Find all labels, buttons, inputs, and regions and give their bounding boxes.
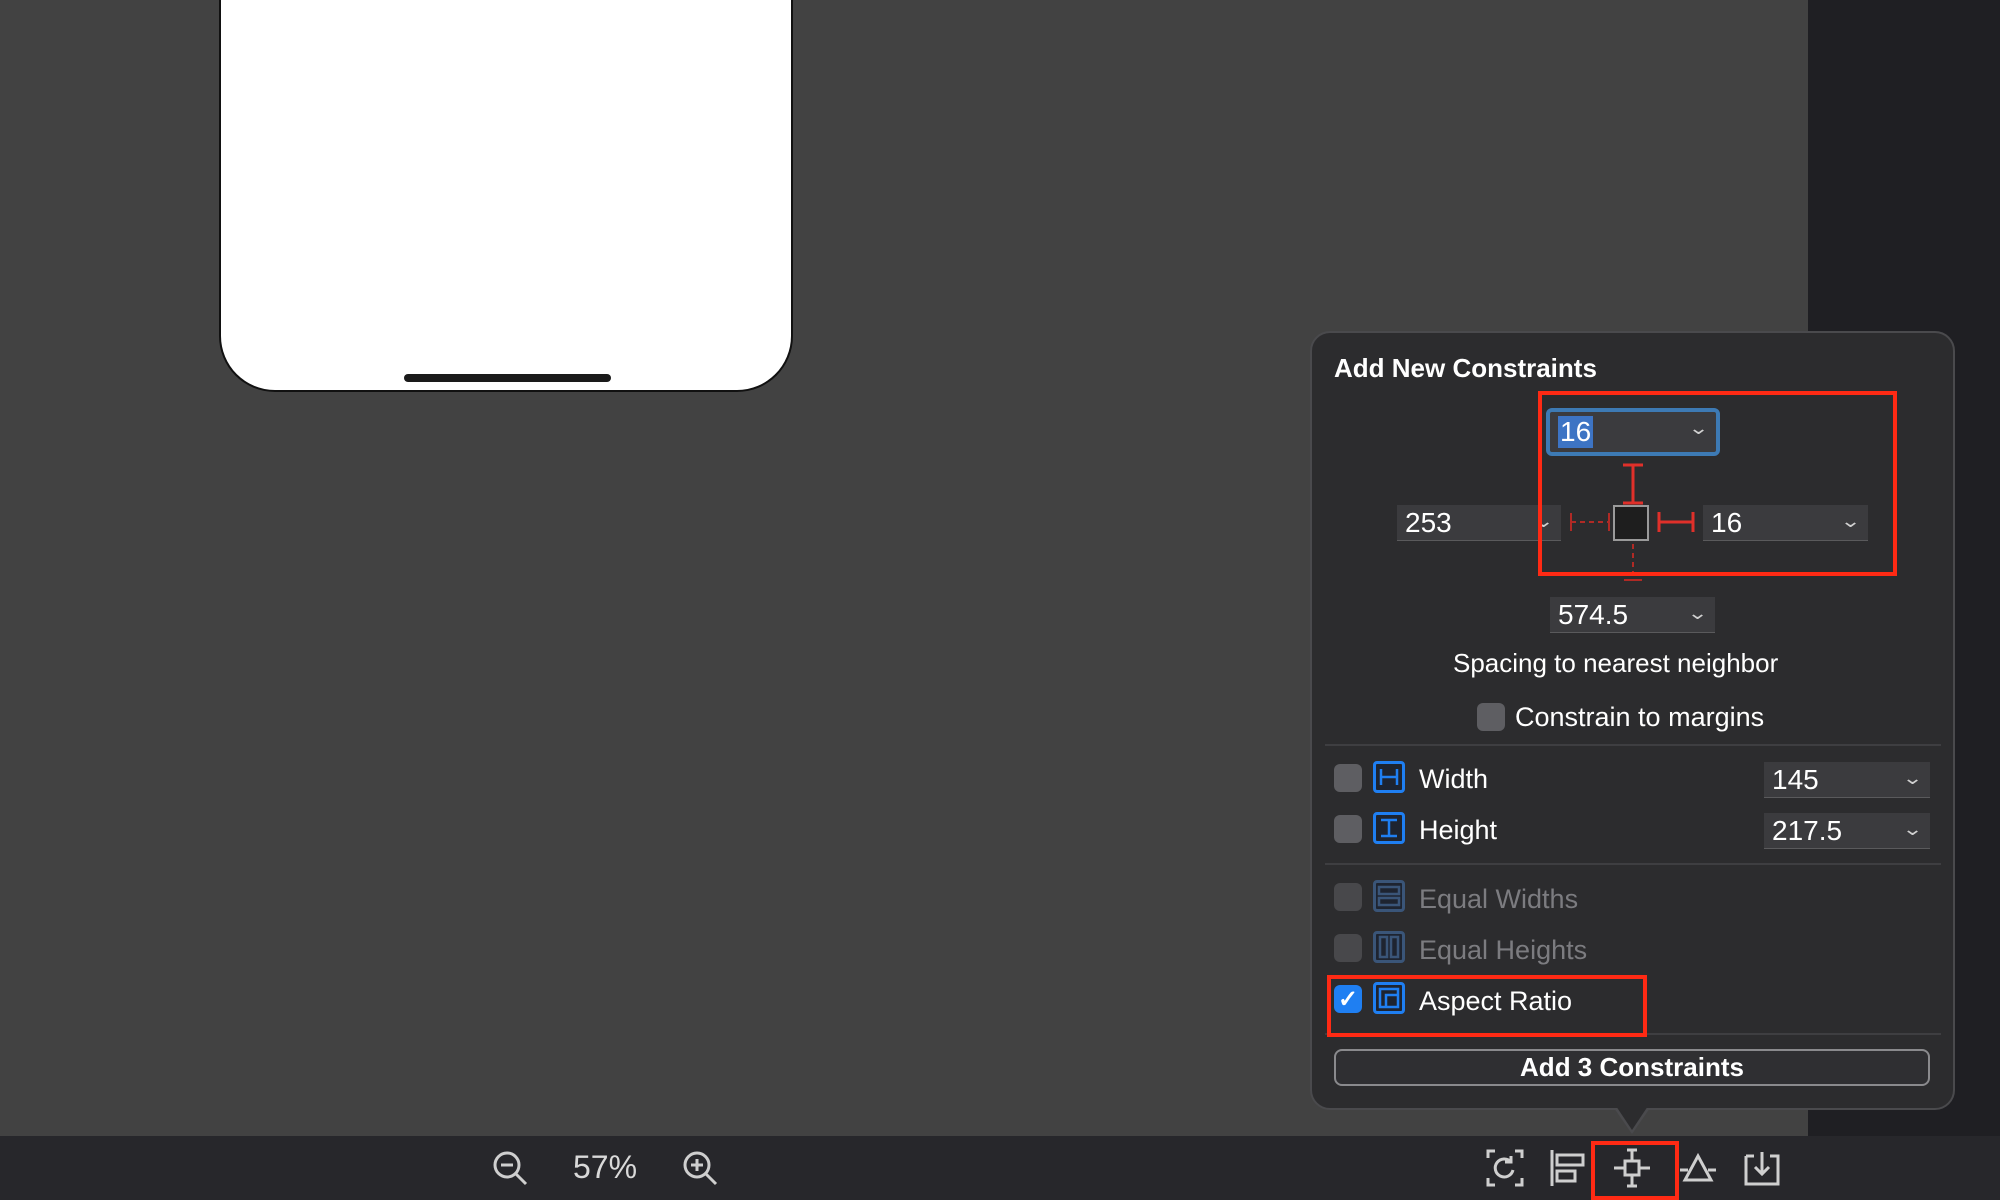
equal-widths-label: Equal Widths xyxy=(1419,884,1579,914)
device-frame[interactable] xyxy=(219,0,793,392)
update-frames-icon[interactable] xyxy=(1485,1148,1525,1188)
highlight-spacing-box xyxy=(1538,391,1897,576)
divider xyxy=(1325,744,1941,746)
divider xyxy=(1325,863,1941,865)
left-spacing-field[interactable]: 253 ⌄ xyxy=(1397,505,1561,541)
resolve-issues-icon[interactable] xyxy=(1678,1148,1718,1188)
width-constraint-icon xyxy=(1373,761,1405,793)
equal-widths-icon xyxy=(1373,880,1405,912)
equal-heights-checkbox xyxy=(1334,934,1362,962)
zoom-out-icon[interactable] xyxy=(490,1148,530,1188)
chevron-down-icon[interactable]: ⌄ xyxy=(1687,603,1708,624)
bottom-spacing-value: 574.5 xyxy=(1558,598,1629,630)
equal-heights-icon xyxy=(1373,931,1405,963)
height-checkbox[interactable] xyxy=(1334,815,1362,843)
embed-in-icon[interactable] xyxy=(1742,1148,1782,1188)
popover-arrow-fill xyxy=(1616,1106,1648,1130)
equal-widths-checkbox xyxy=(1334,883,1362,911)
constrain-margins-checkbox[interactable] xyxy=(1477,703,1505,731)
zoom-level: 57% xyxy=(572,1149,638,1185)
highlight-aspect-ratio xyxy=(1327,975,1647,1037)
constrain-margins-label: Constrain to margins xyxy=(1515,702,1765,732)
width-field[interactable]: 145 ⌄ xyxy=(1764,762,1930,798)
bottom-spacing-field[interactable]: 574.5 ⌄ xyxy=(1550,597,1715,633)
height-label: Height xyxy=(1419,815,1498,845)
zoom-in-icon[interactable] xyxy=(680,1148,720,1188)
chevron-down-icon[interactable]: ⌄ xyxy=(1902,768,1923,789)
chevron-down-icon[interactable]: ⌄ xyxy=(1902,819,1923,840)
height-constraint-icon xyxy=(1373,812,1405,844)
align-icon[interactable] xyxy=(1548,1148,1588,1188)
height-value: 217.5 xyxy=(1772,814,1843,846)
height-field[interactable]: 217.5 ⌄ xyxy=(1764,813,1930,849)
width-checkbox[interactable] xyxy=(1334,764,1362,792)
popover-title: Add New Constraints xyxy=(1334,353,1597,383)
spacing-caption: Spacing to nearest neighbor xyxy=(1453,648,1779,678)
highlight-add-constraints-icon xyxy=(1591,1141,1679,1200)
left-spacing-value: 253 xyxy=(1405,506,1452,538)
add-constraints-button[interactable]: Add 3 Constraints xyxy=(1334,1049,1930,1086)
width-value: 145 xyxy=(1772,763,1819,795)
home-indicator xyxy=(404,374,611,382)
width-label: Width xyxy=(1419,764,1489,794)
equal-heights-label: Equal Heights xyxy=(1419,935,1588,965)
